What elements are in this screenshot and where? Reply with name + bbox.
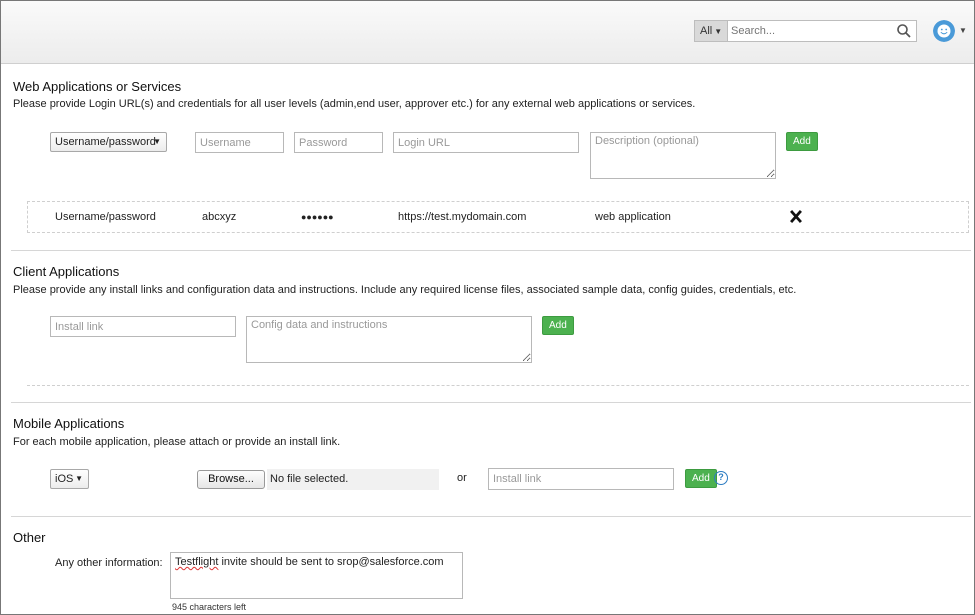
mobile-install-link-input[interactable] xyxy=(488,468,674,490)
user-menu-chevron-icon[interactable]: ▼ xyxy=(959,26,967,35)
search-box xyxy=(727,20,917,42)
password-input[interactable] xyxy=(294,132,383,153)
platform-select[interactable]: iOS ▼ xyxy=(50,469,89,489)
search-scope-label: All xyxy=(700,25,713,37)
mobile-apps-title: Mobile Applications xyxy=(13,416,125,431)
chevron-down-icon: ▼ xyxy=(153,137,161,146)
top-bar: All▼ ▼ xyxy=(1,1,974,64)
section-divider xyxy=(11,516,971,517)
close-x-icon[interactable] xyxy=(790,210,802,223)
client-install-link-input[interactable] xyxy=(50,316,236,337)
search-scope-dropdown[interactable]: All ▼ xyxy=(694,20,727,42)
characters-left-counter: 945 characters left xyxy=(172,602,247,612)
web-app-entry-row: Username/password abcxyz ●●●●●● https://… xyxy=(27,201,969,233)
other-info-textarea[interactable]: Testflight invite should be sent to srop… xyxy=(170,552,463,599)
description-textarea[interactable] xyxy=(590,132,776,179)
entry-username: abcxyz xyxy=(202,211,237,223)
or-label: or xyxy=(457,472,467,484)
client-apps-title: Client Applications xyxy=(13,264,120,279)
other-title: Other xyxy=(13,530,46,545)
entry-auth-type: Username/password xyxy=(55,211,156,223)
platform-value: iOS xyxy=(55,473,74,485)
client-apps-description: Please provide any install links and con… xyxy=(13,284,797,296)
auth-type-value: Username/password xyxy=(55,136,156,148)
mobile-apps-description: For each mobile application, please atta… xyxy=(13,436,341,448)
add-web-app-button[interactable]: Add xyxy=(786,132,818,151)
section-divider xyxy=(11,250,971,251)
other-info-value-misspelled-word: Testflight xyxy=(175,556,219,568)
chevron-down-icon: ▼ xyxy=(75,474,83,483)
web-apps-description: Please provide Login URL(s) and credenti… xyxy=(13,98,696,110)
search-input[interactable] xyxy=(728,21,888,41)
browse-button[interactable]: Browse... xyxy=(197,470,265,489)
section-divider xyxy=(11,402,971,403)
avatar-icon[interactable] xyxy=(933,20,955,42)
config-data-textarea[interactable] xyxy=(246,316,532,363)
web-apps-title: Web Applications or Services xyxy=(13,79,182,94)
dashed-separator xyxy=(27,385,969,386)
chevron-down-icon: ▼ xyxy=(714,27,723,36)
username-input[interactable] xyxy=(195,132,284,153)
entry-password: ●●●●●● xyxy=(301,212,334,222)
entry-login-url: https://test.mydomain.com xyxy=(398,211,527,223)
search-icon[interactable] xyxy=(896,23,912,39)
add-client-app-button[interactable]: Add xyxy=(542,316,574,335)
login-url-input[interactable] xyxy=(393,132,579,153)
entry-description: web application xyxy=(595,211,671,223)
other-info-value: invite should be sent to srop@salesforce… xyxy=(218,556,444,568)
other-info-label: Any other information: xyxy=(55,557,163,569)
add-mobile-app-button[interactable]: Add xyxy=(685,469,717,488)
file-status-text: No file selected. xyxy=(267,469,439,490)
question-icon[interactable]: ? xyxy=(714,471,728,485)
auth-type-select[interactable]: Username/password ▼ xyxy=(50,132,167,152)
